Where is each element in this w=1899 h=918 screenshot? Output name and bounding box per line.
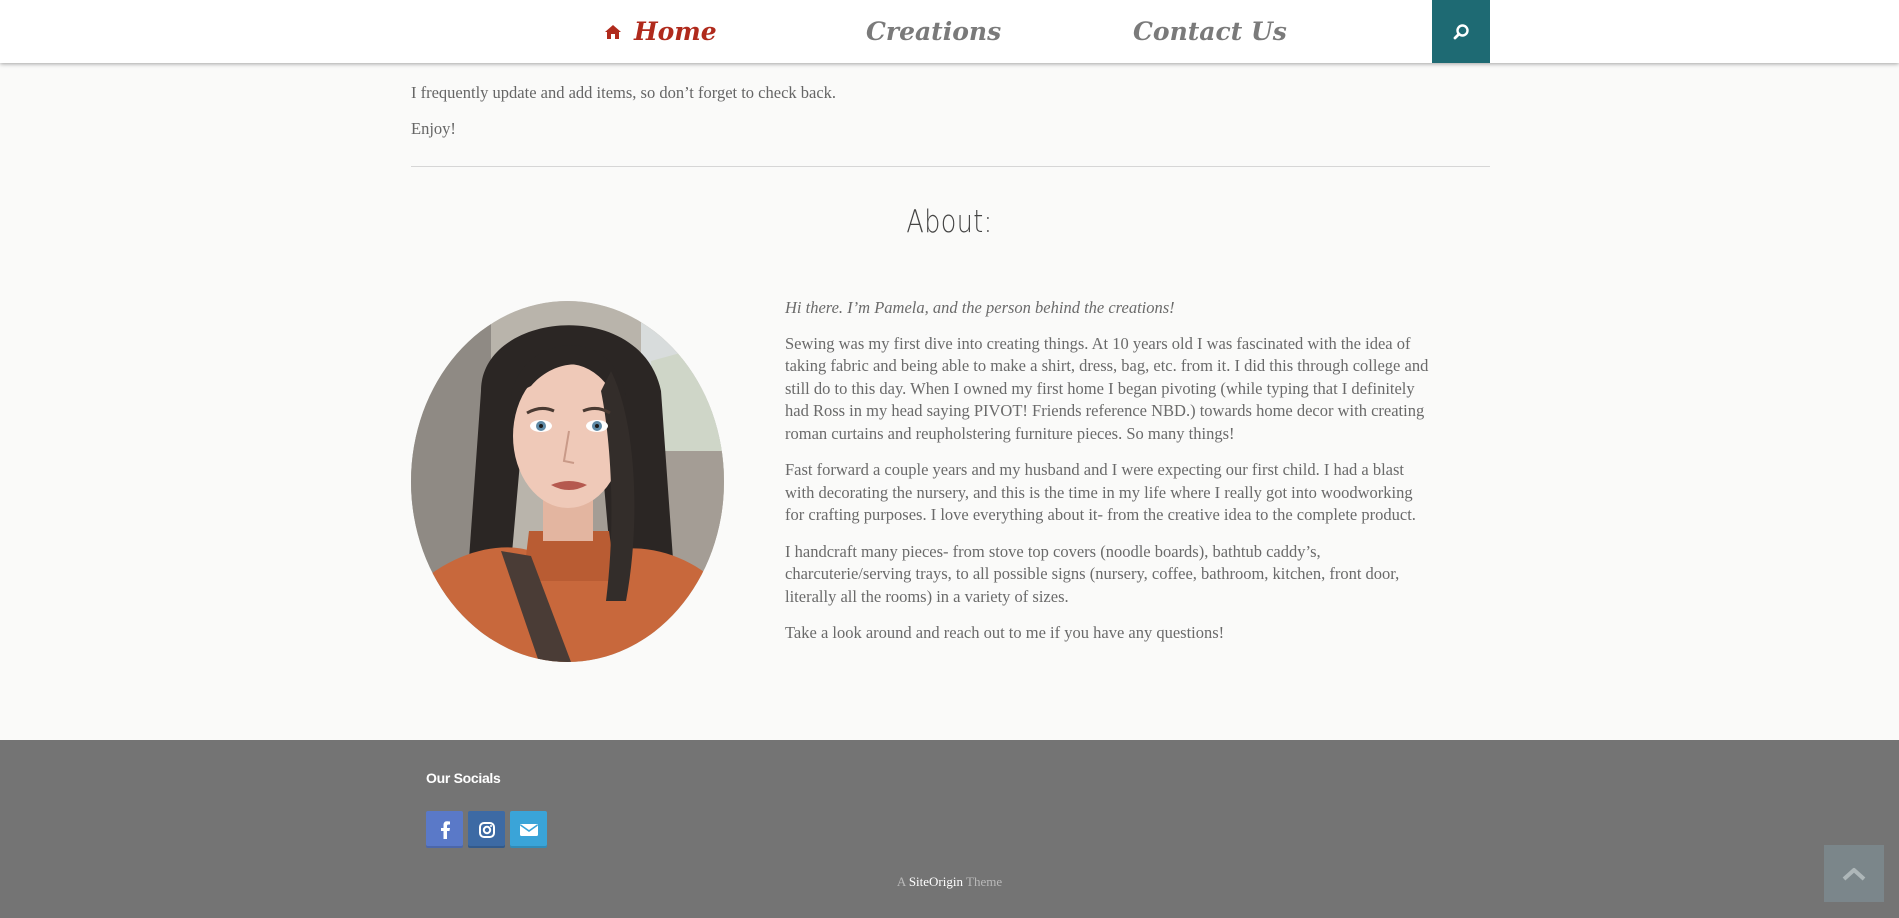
site-footer [0, 740, 1899, 918]
chevron-up-icon [1842, 867, 1866, 880]
instagram-button[interactable] [468, 811, 505, 848]
top-navigation: Home Creations Contact Us [0, 0, 1899, 63]
envelope-icon [519, 823, 538, 836]
search-button[interactable] [1432, 0, 1490, 63]
about-heading: About: [906, 204, 993, 240]
nav-contact-link[interactable]: Contact Us [1133, 12, 1287, 52]
facebook-icon [440, 820, 450, 839]
about-paragraph: I handcraft many pieces- from stove top … [785, 541, 1400, 606]
about-paragraph: Fast forward a couple years and my husba… [785, 460, 1416, 524]
intro-text: I frequently update and add items, so do… [411, 83, 837, 102]
nav-creations-link[interactable]: Creations [866, 12, 1001, 52]
email-button[interactable] [510, 811, 547, 848]
credit-suffix: Theme [966, 874, 1003, 889]
nav-home-label: Home [634, 17, 717, 46]
about-paragraph: Sewing was my first dive into creating t… [785, 333, 1429, 443]
search-icon [1453, 23, 1469, 39]
portrait-photo [411, 301, 724, 662]
about-lead: Hi there. I’m Pamela, and the person beh… [785, 298, 1175, 317]
intro-signoff: Enjoy! [411, 119, 456, 138]
footer-credit: A SiteOrigin Theme [0, 874, 1899, 890]
facebook-button[interactable] [426, 811, 463, 848]
instagram-icon [478, 821, 495, 838]
scroll-to-top-button[interactable] [1824, 845, 1884, 902]
about-paragraph: Take a look around and reach out to me i… [785, 623, 1225, 642]
nav-home-link[interactable]: Home [604, 12, 717, 52]
about-text: Hi there. I’m Pamela, and the person beh… [785, 297, 1435, 659]
footer-heading: Our Socials [426, 770, 501, 786]
siteorigin-link[interactable]: SiteOrigin [909, 874, 963, 889]
section-divider [411, 166, 1490, 167]
credit-prefix: A [896, 874, 906, 889]
home-icon [605, 24, 621, 39]
